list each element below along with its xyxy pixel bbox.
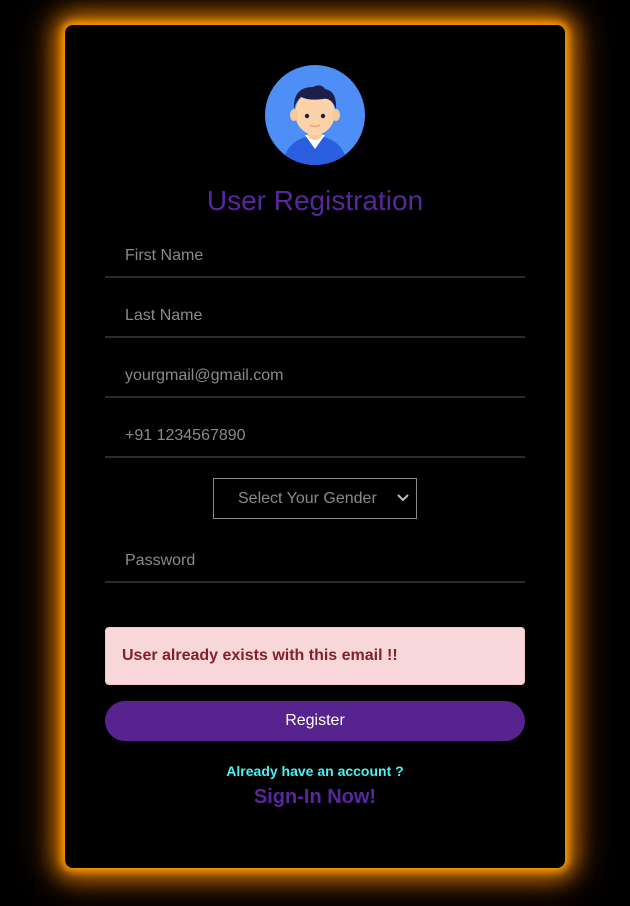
gender-select[interactable]: Select Your Gender — [213, 478, 417, 519]
password-field — [105, 540, 525, 583]
already-account-text: Already have an account ? — [226, 763, 404, 779]
page-title: User Registration — [206, 185, 424, 216]
password-input[interactable] — [105, 540, 525, 581]
register-button[interactable]: Register — [105, 701, 525, 741]
email-field — [105, 355, 525, 398]
phone-field — [105, 415, 525, 458]
error-alert: User already exists with this email !! — [105, 627, 525, 685]
gender-select-value: Select Your Gender — [238, 490, 377, 507]
registration-card: User Registration Select Your Gender Use… — [65, 25, 565, 868]
error-message: User already exists with this email !! — [122, 647, 398, 664]
sign-in-link[interactable]: Sign-In Now! — [65, 786, 565, 809]
chevron-down-icon — [397, 494, 409, 502]
user-avatar-icon — [265, 65, 365, 165]
last-name-input[interactable] — [105, 295, 525, 336]
first-name-input[interactable] — [105, 235, 525, 276]
phone-input[interactable] — [105, 415, 525, 456]
email-input[interactable] — [105, 355, 525, 396]
last-name-field — [105, 295, 525, 338]
first-name-field — [105, 235, 525, 278]
